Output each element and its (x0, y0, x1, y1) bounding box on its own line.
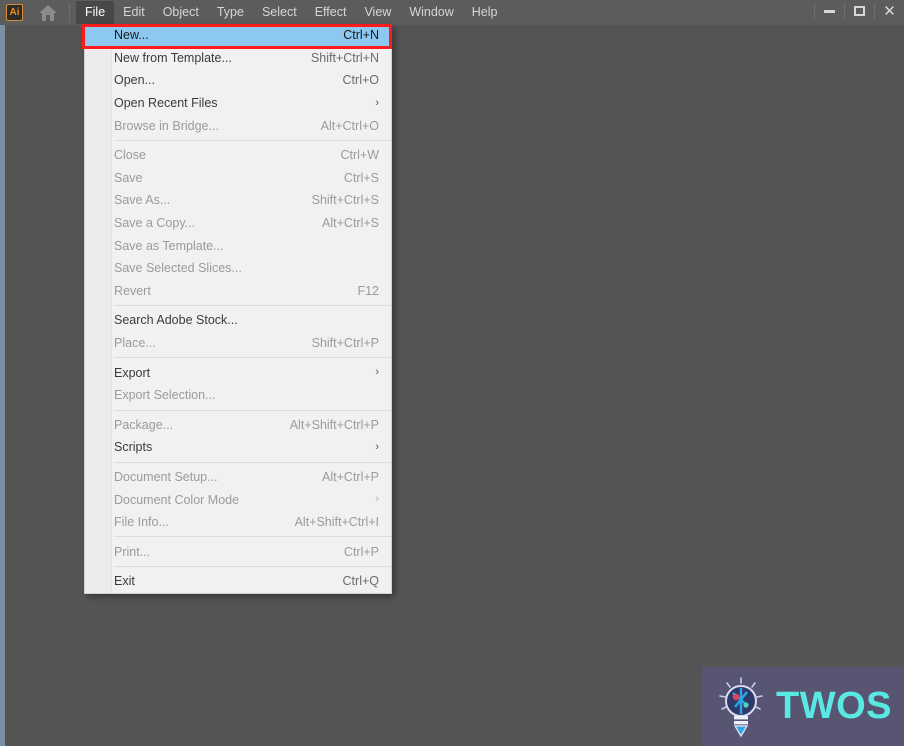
menu-item-open[interactable]: Open... Ctrl+O (85, 69, 391, 92)
menu-item-label: Save Selected Slices... (114, 261, 242, 276)
menu-item-label: Search Adobe Stock... (114, 313, 238, 328)
menu-item-shortcut: F12 (357, 283, 379, 298)
menu-bar: Ai File Edit Object Type Select Effect V… (0, 0, 904, 25)
menu-item-document-setup: Document Setup... Alt+Ctrl+P (85, 466, 391, 489)
menu-item-shortcut: Ctrl+P (343, 544, 379, 559)
menu-item-label: Save as Template... (114, 238, 224, 253)
menu-item-package: Package... Alt+Shift+Ctrl+P (85, 414, 391, 437)
menu-item-shortcut: Ctrl+O (342, 73, 379, 88)
menu-item-shortcut: Alt+Ctrl+S (322, 216, 379, 231)
menu-item-label: Save a Copy... (114, 216, 196, 231)
menu-item-label: Scripts (114, 440, 153, 455)
chevron-right-icon: › (375, 96, 379, 109)
menubar-item-select[interactable]: Select (253, 1, 306, 24)
menu-separator (114, 305, 391, 307)
menu-item-scripts[interactable]: Scripts › (85, 436, 391, 459)
menu-item-shortcut: Alt+Ctrl+P (322, 469, 379, 484)
menu-item-label: Export (114, 365, 151, 380)
menu-item-label: Package... (114, 417, 174, 432)
app-logo-icon[interactable]: Ai (6, 4, 23, 21)
menu-item-label: Revert (114, 283, 151, 298)
menubar-item-view[interactable]: View (355, 1, 400, 24)
minimize-icon (824, 9, 835, 13)
menu-item-search-adobe-stock[interactable]: Search Adobe Stock... (85, 309, 391, 332)
menu-separator (114, 461, 391, 463)
menu-item-label: Save (114, 170, 143, 185)
menu-separator (114, 566, 391, 568)
menu-separator (114, 357, 391, 359)
menu-item-label: New from Template... (114, 50, 232, 65)
menu-item-label: Save As... (114, 193, 171, 208)
menubar-divider (69, 2, 70, 23)
menu-item-label: Document Color Mode (114, 492, 240, 507)
menu-item-print: Print... Ctrl+P (85, 540, 391, 563)
menu-item-shortcut: Alt+Shift+Ctrl+P (289, 417, 379, 432)
menu-item-shortcut: Shift+Ctrl+P (311, 336, 379, 351)
menu-item-export-selection: Export Selection... (85, 384, 391, 407)
close-button[interactable]: ✕ (875, 0, 904, 22)
chevron-right-icon: › (375, 493, 379, 506)
menubar-item-effect[interactable]: Effect (306, 1, 356, 24)
menu-item-label: Print... (114, 544, 151, 559)
window-controls: ✕ (814, 0, 904, 22)
menu-item-label: Browse in Bridge... (114, 118, 219, 133)
menu-item-shortcut: Ctrl+Q (342, 574, 379, 589)
menu-separator (114, 409, 391, 411)
menubar-item-edit[interactable]: Edit (114, 1, 154, 24)
file-menu-item-list: New... Ctrl+N New from Template... Shift+Ct… (85, 24, 391, 593)
menu-item-document-color-mode: Document Color Mode › (85, 488, 391, 511)
home-icon[interactable] (35, 0, 61, 25)
menu-item-new-from-template[interactable]: New from Template... Shift+Ctrl+N (85, 47, 391, 70)
menu-item-shortcut: Ctrl+N (343, 28, 379, 43)
menu-item-close: Close Ctrl+W (85, 144, 391, 167)
menubar-item-file[interactable]: File (76, 1, 115, 24)
maximize-button[interactable] (845, 0, 874, 22)
menu-item-file-info: File Info... Alt+Shift+Ctrl+I (85, 511, 391, 534)
menu-item-shortcut: Shift+Ctrl+S (311, 193, 379, 208)
menu-item-exit[interactable]: Exit Ctrl+Q (85, 570, 391, 593)
close-icon: ✕ (883, 2, 896, 20)
menubar-item-type[interactable]: Type (208, 1, 253, 24)
menu-item-save: Save Ctrl+S (85, 167, 391, 190)
chevron-right-icon: › (375, 366, 379, 379)
watermark-text: TWOS (776, 685, 892, 727)
menu-item-shortcut: Ctrl+S (343, 170, 379, 185)
left-edge-strip (0, 0, 5, 746)
menu-item-open-recent-files[interactable]: Open Recent Files › (85, 92, 391, 115)
menu-item-label: New... (114, 28, 149, 43)
menu-item-shortcut: Alt+Shift+Ctrl+I (294, 515, 379, 530)
menu-item-shortcut: Ctrl+W (340, 148, 379, 163)
menu-item-shortcut: Shift+Ctrl+N (310, 50, 379, 65)
lightbulb-icon (710, 673, 772, 741)
menu-item-browse-in-bridge: Browse in Bridge... Alt+Ctrl+O (85, 114, 391, 137)
file-menu-dropdown: New... Ctrl+N New from Template... Shift+Ct… (84, 24, 392, 594)
menu-item-new[interactable]: New... Ctrl+N (85, 24, 391, 47)
menu-item-place: Place... Shift+Ctrl+P (85, 332, 391, 355)
menu-item-label: File Info... (114, 515, 169, 530)
maximize-icon (854, 6, 865, 16)
menu-separator (114, 139, 391, 141)
watermark: TWOS (702, 667, 904, 746)
menu-item-label: Place... (114, 336, 156, 351)
menu-item-shortcut: Alt+Ctrl+O (320, 118, 379, 133)
menu-item-label: Close (114, 148, 146, 163)
menu-item-label: Exit (114, 574, 135, 589)
illustrator-window: Ai File Edit Object Type Select Effect V… (0, 0, 904, 746)
menubar-item-object[interactable]: Object (154, 1, 208, 24)
menu-item-save-as: Save As... Shift+Ctrl+S (85, 189, 391, 212)
menu-item-label: Open... (114, 73, 155, 88)
chevron-right-icon: › (375, 440, 379, 453)
menu-item-label: Open Recent Files (114, 96, 218, 111)
menu-separator (114, 536, 391, 538)
menu-item-label: Export Selection... (114, 388, 216, 403)
menu-item-save-a-copy: Save a Copy... Alt+Ctrl+S (85, 212, 391, 235)
minimize-button[interactable] (815, 0, 844, 22)
menubar-item-help[interactable]: Help (463, 1, 507, 24)
menubar-item-window[interactable]: Window (400, 1, 462, 24)
menu-item-save-selected-slices: Save Selected Slices... (85, 257, 391, 280)
menu-item-label: Document Setup... (114, 469, 218, 484)
menu-item-revert: Revert F12 (85, 280, 391, 303)
menu-item-export[interactable]: Export › (85, 361, 391, 384)
menu-item-save-as-template: Save as Template... (85, 234, 391, 257)
